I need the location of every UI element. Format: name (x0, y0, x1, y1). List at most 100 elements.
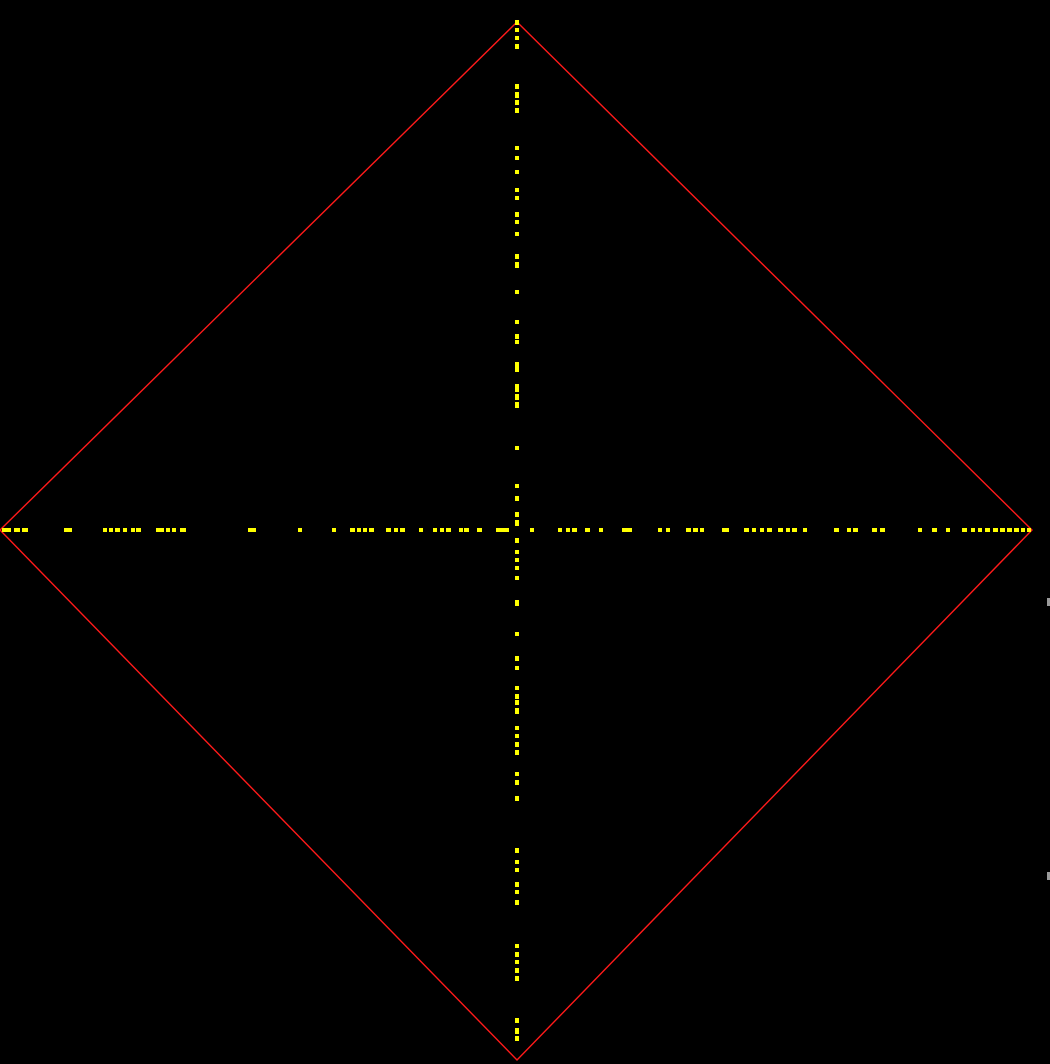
axis-dot (752, 528, 756, 532)
axis-dot (464, 528, 469, 532)
axis-dot (515, 334, 519, 339)
axis-dot (515, 262, 519, 268)
axis-dot (1000, 528, 1005, 532)
axis-dot (666, 528, 670, 532)
axis-dot (1027, 528, 1031, 532)
axis-dot (515, 1018, 519, 1023)
diamond-diagram (0, 20, 1033, 1062)
axis-dot (298, 528, 302, 532)
axis-dot (14, 528, 20, 532)
axis-dot (515, 512, 519, 517)
axis-dot (515, 960, 519, 964)
axis-dot (515, 1036, 519, 1041)
axis-dot (946, 528, 950, 532)
axis-dot (515, 368, 519, 372)
axis-dot (515, 694, 519, 699)
axis-dot (515, 742, 519, 747)
axis-dot (515, 882, 519, 887)
axis-dot (932, 528, 937, 532)
axis-dot (515, 656, 519, 661)
axis-dot (722, 528, 729, 532)
axis-dot (386, 528, 391, 532)
axis-dot (515, 402, 519, 408)
axis-dot (446, 528, 451, 532)
axis-dot (350, 528, 355, 532)
axis-dot (792, 528, 797, 532)
axis-dot (515, 254, 519, 259)
axis-dot (515, 944, 519, 948)
axis-dot (880, 528, 885, 532)
axis-dot (400, 528, 405, 532)
vertical-dotted-axis (515, 20, 519, 1041)
axis-dot (572, 528, 577, 532)
axis-dot (515, 394, 519, 400)
axis-dot (515, 320, 519, 324)
axis-dot (515, 968, 519, 973)
axis-dot (515, 156, 519, 160)
axis-dot (872, 528, 877, 532)
axis-dot (131, 528, 135, 532)
axis-dot (515, 796, 519, 801)
axis-dot (515, 220, 519, 224)
axis-dot (599, 528, 603, 532)
axis-dot (760, 528, 764, 532)
axis-dot (515, 188, 519, 192)
axis-dot (515, 496, 519, 501)
axis-dot (515, 212, 519, 217)
axis-dot (1021, 528, 1025, 532)
horizontal-dotted-axis (2, 528, 1031, 532)
axis-dot (515, 686, 519, 690)
axis-dot (515, 146, 519, 150)
axis-dot (332, 528, 336, 532)
axis-dot (515, 36, 519, 40)
axis-dot (369, 528, 374, 532)
axis-dot (180, 528, 186, 532)
axis-dot (786, 528, 790, 532)
axis-dot (515, 632, 519, 636)
axis-dot (918, 528, 922, 532)
axis-dot (515, 734, 519, 738)
axis-dot (767, 528, 772, 532)
axis-dot (515, 340, 519, 344)
axis-dot (515, 446, 519, 450)
axis-dot (515, 900, 519, 905)
axis-dot (515, 28, 519, 32)
axis-dot (109, 528, 113, 532)
drawing-canvas (0, 0, 1050, 1064)
axis-dot (504, 528, 509, 532)
axis-dot (834, 528, 839, 532)
axis-dot (515, 848, 519, 853)
axis-dot (515, 700, 519, 705)
axis-dot (515, 576, 519, 580)
axis-dot (64, 528, 72, 532)
axis-dot (530, 528, 534, 532)
axis-dot (686, 528, 691, 532)
axis-dot (172, 528, 176, 532)
axis-dot (515, 44, 519, 49)
axis-dot (515, 170, 519, 174)
axis-dot (515, 708, 519, 714)
axis-dot (515, 108, 519, 113)
axis-dot (515, 92, 519, 98)
axis-dot (515, 232, 519, 236)
axis-dot (419, 528, 423, 532)
axis-dot (515, 196, 519, 200)
axis-dot (962, 528, 967, 532)
axis-dot (515, 666, 519, 670)
axis-dot (515, 384, 519, 392)
axis-dot (658, 528, 662, 532)
axis-dot (440, 528, 444, 532)
axis-dot (993, 528, 998, 532)
axis-dot (248, 528, 256, 532)
axis-dot (515, 772, 519, 776)
axis-dot (693, 528, 698, 532)
axis-dot (515, 750, 519, 755)
axis-dot (363, 528, 367, 532)
axis-dot (558, 528, 562, 532)
axis-dot (744, 528, 749, 532)
axis-dot (515, 100, 519, 105)
axis-dot (357, 528, 361, 532)
axis-dot (433, 528, 437, 532)
axis-dot (778, 528, 783, 532)
axis-dot (515, 538, 519, 543)
